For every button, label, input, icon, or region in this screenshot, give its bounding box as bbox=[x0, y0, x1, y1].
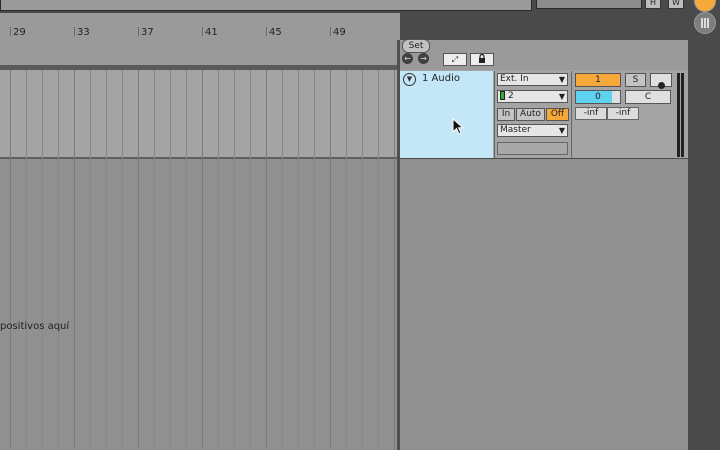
peak-right-display[interactable]: -inf bbox=[607, 107, 639, 120]
monitor-auto-button[interactable]: Auto bbox=[516, 108, 545, 121]
drop-hint-text: positivos aquí bbox=[0, 321, 70, 332]
level-meter-left bbox=[677, 73, 680, 157]
arrangement-track-lane[interactable] bbox=[0, 70, 398, 158]
monitor-off-button[interactable]: Off bbox=[546, 108, 569, 121]
volume-field[interactable]: 0 bbox=[575, 90, 621, 104]
grid-line bbox=[170, 70, 171, 450]
ruler-label: 33 bbox=[77, 27, 90, 38]
ruler-label: 37 bbox=[141, 27, 154, 38]
back-arrow-icon[interactable]: ← bbox=[402, 53, 413, 64]
grid-line bbox=[298, 70, 299, 450]
expand-icon[interactable]: ⤢ bbox=[443, 53, 467, 66]
level-meter-right bbox=[681, 73, 684, 157]
grid-line bbox=[218, 70, 219, 450]
ruler-lower[interactable] bbox=[0, 40, 400, 65]
grid-line bbox=[58, 70, 59, 450]
grid-line bbox=[26, 70, 27, 450]
grid-line bbox=[346, 70, 347, 450]
input-type-value: Ext. In bbox=[500, 74, 529, 84]
set-locator-button[interactable]: Set bbox=[402, 39, 430, 53]
volume-fill bbox=[576, 91, 612, 103]
grid-line bbox=[314, 70, 315, 450]
input-channel-value: 2 bbox=[508, 91, 514, 101]
grid-line bbox=[154, 70, 155, 450]
volume-value: 0 bbox=[595, 92, 601, 102]
ruler-label: 49 bbox=[333, 27, 346, 38]
grid-line bbox=[202, 70, 203, 450]
grid-line bbox=[234, 70, 235, 450]
peak-left-display[interactable]: -inf bbox=[575, 107, 607, 120]
grid-line bbox=[122, 70, 123, 450]
fold-icon[interactable]: ▼ bbox=[403, 73, 416, 86]
ruler-label: 29 bbox=[13, 27, 26, 38]
top-panel bbox=[0, 0, 532, 11]
grid-line bbox=[282, 70, 283, 450]
right-edge-strip bbox=[688, 0, 720, 450]
grid-line bbox=[394, 70, 395, 450]
pan-field[interactable]: C bbox=[625, 90, 671, 104]
track-activator-button[interactable]: 1 bbox=[575, 73, 621, 87]
grid-line bbox=[106, 70, 107, 450]
grid-line bbox=[362, 70, 363, 450]
dropdown-arrow-icon: ▼ bbox=[558, 75, 565, 84]
grid-line bbox=[330, 70, 331, 450]
solo-button[interactable]: S bbox=[625, 73, 646, 87]
input-channel-dropdown[interactable]: 2 ▼ bbox=[497, 90, 568, 103]
mouse-cursor-icon bbox=[452, 118, 465, 135]
grid-line bbox=[42, 70, 43, 450]
arrangement-drop-area[interactable] bbox=[0, 159, 398, 450]
grid-line bbox=[250, 70, 251, 450]
channel-indicator bbox=[500, 91, 505, 100]
grid-line bbox=[378, 70, 379, 450]
ruler-label: 41 bbox=[205, 27, 218, 38]
output-channel-field[interactable] bbox=[497, 142, 568, 155]
record-arm-icon[interactable] bbox=[650, 73, 672, 89]
lock-icon[interactable] bbox=[470, 53, 494, 66]
monitor-in-button[interactable]: In bbox=[497, 108, 515, 121]
input-type-dropdown[interactable]: Ext. In ▼ bbox=[497, 73, 568, 86]
output-value: Master bbox=[500, 125, 531, 135]
ruler-label: 45 bbox=[269, 27, 282, 38]
dropdown-arrow-icon: ▼ bbox=[558, 126, 565, 135]
grid-line bbox=[74, 70, 75, 450]
grid-line bbox=[90, 70, 91, 450]
mixer-toggle-icon[interactable] bbox=[694, 12, 716, 34]
grid-line bbox=[10, 70, 11, 450]
grid-line bbox=[266, 70, 267, 450]
forward-arrow-icon[interactable]: → bbox=[418, 53, 429, 64]
grid-line bbox=[186, 70, 187, 450]
w-toggle-button[interactable]: W bbox=[668, 0, 684, 9]
grid-line bbox=[138, 70, 139, 450]
h-toggle-button[interactable]: H bbox=[645, 0, 661, 9]
top-panel-right bbox=[536, 0, 642, 9]
track-drop-area[interactable] bbox=[400, 159, 688, 450]
dropdown-arrow-icon: ▼ bbox=[558, 92, 565, 101]
track-name[interactable]: 1 Audio bbox=[422, 73, 460, 84]
output-dropdown[interactable]: Master ▼ bbox=[497, 124, 568, 137]
